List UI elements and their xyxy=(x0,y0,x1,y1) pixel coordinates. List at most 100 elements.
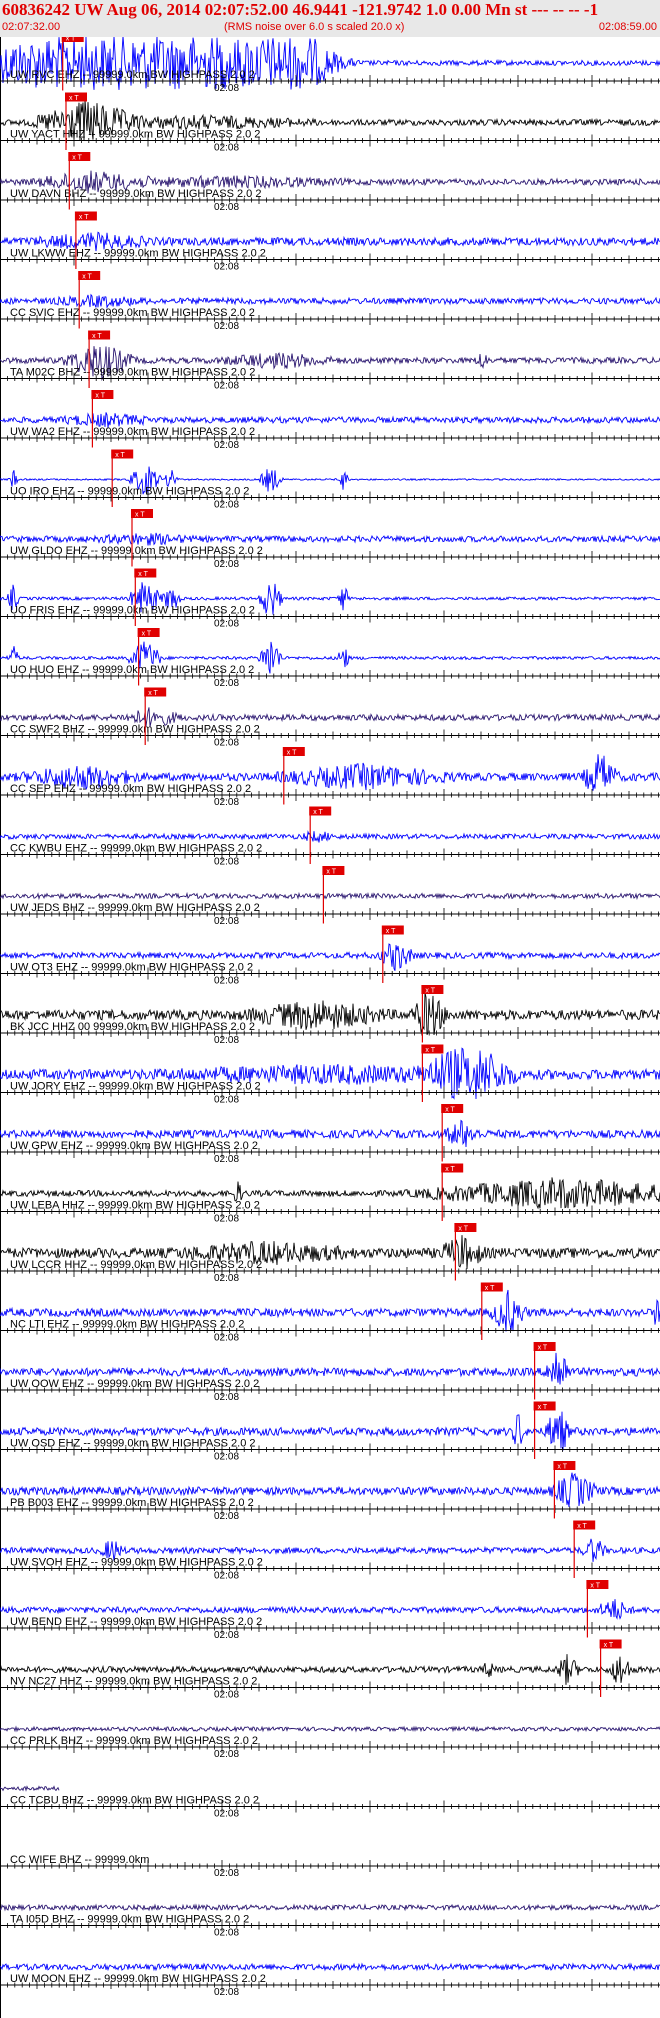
trace-panel: 02:08 UO FRIS EHZ -- 99999.0km BW HIGHPAS… xyxy=(0,568,660,630)
station-label: UW GPW EHZ -- 99999.0km BW HIGHPASS 2.0 … xyxy=(10,1140,258,1152)
trace-panel: 02:08 UW SVOH EHZ -- 99999.0km BW HIGHPAS… xyxy=(0,1520,660,1582)
minute-label: 02:08 xyxy=(214,83,239,94)
station-label: PB B003 EHZ -- 99999.0km BW HIGHPASS 2.0… xyxy=(10,1497,254,1509)
trace-panel: 02:08 NC LTI EHZ -- 99999.0km BW HIGHPASS… xyxy=(0,1282,660,1344)
minute-label: 02:08 xyxy=(214,1392,239,1403)
phase-pick-label: x T xyxy=(577,1523,587,1530)
minute-label: 02:08 xyxy=(214,797,239,808)
rms-note: (RMS noise over 6.0 s scaled 20.0 x) xyxy=(224,21,405,33)
waveform-trace xyxy=(0,532,660,546)
station-label: UO FRIS EHZ -- 99999.0km BW HIGHPASS 2.0… xyxy=(10,605,255,617)
station-label: CC PRLK BHZ -- 99999.0km BW HIGHPASS 2.0… xyxy=(10,1735,258,1747)
phase-pick-label: x T xyxy=(425,1047,435,1054)
phase-pick-label: x T xyxy=(287,750,297,757)
trace-panel: 02:08 UW OT3 EHZ -- 99999.0km BW HIGHPASS… xyxy=(0,925,660,987)
phase-pick-label: x T xyxy=(92,333,102,340)
phase-pick-label: x T xyxy=(72,155,82,162)
minute-label: 02:08 xyxy=(214,1214,239,1225)
trace-panel: 02:08 UW WA2 EHZ -- 99999.0km BW HIGHPASS… xyxy=(0,390,660,451)
station-label: CC KWBU EHZ -- 99999.0km BW HIGHPASS 2.0… xyxy=(10,843,262,855)
phase-pick-label: x T xyxy=(82,274,92,281)
trace-panel: 02:08 CC PRLK BHZ -- 99999.0km BW HIGHPAS… xyxy=(0,1725,660,1760)
minute-label: 02:08 xyxy=(214,1809,239,1820)
phase-pick-label: x T xyxy=(604,1642,614,1649)
minute-label: 02:08 xyxy=(214,1273,239,1284)
waveform-trace xyxy=(0,1725,660,1733)
station-label: UW JEDS BHZ -- 99999.0km BW HIGHPASS 2.0… xyxy=(10,902,260,914)
minute-label: 02:08 xyxy=(214,1035,239,1046)
trace-panel: 02:08 UW LCCR HHZ -- 99999.0km BW HIGHPAS… xyxy=(0,1223,660,1284)
minute-label: 02:08 xyxy=(214,1928,239,1939)
end-time: 02:08:59.00 xyxy=(598,21,657,33)
trace-panel: 02:08 PB B003 EHZ -- 99999.0km BW HIGHPAS… xyxy=(0,1461,660,1522)
station-label: UW OSD EHZ -- 99999.0km BW HIGHPASS 2.0 … xyxy=(10,1438,256,1450)
minute-label: 02:08 xyxy=(214,1690,239,1701)
minute-label: 02:08 xyxy=(214,381,239,392)
station-label: UW LKWW EHZ -- 99999.0km BW HIGHPASS 2.0… xyxy=(10,248,266,260)
phase-pick-label: x T xyxy=(115,452,125,459)
phase-pick-label: x T xyxy=(135,512,145,519)
phase-pick-label: x T xyxy=(66,37,76,43)
trace-panel: 02:08 TA M02C BHZ -- 99999.0km BW HIGHPAS… xyxy=(0,330,660,392)
waveform-trace xyxy=(0,1785,60,1792)
minute-label: 02:08 xyxy=(214,619,239,630)
minute-label: 02:08 xyxy=(214,916,239,927)
station-label: TA I05D BHZ -- 99999.0km BW HIGHPASS 2.0… xyxy=(10,1914,249,1926)
waveform-trace xyxy=(0,37,660,90)
station-label: CC TCBU BHZ -- 99999.0km BW HIGHPASS 2.0… xyxy=(10,1795,259,1807)
station-label: UW YACT HHZ -- 99999.0km BW HIGHPASS 2.0… xyxy=(10,129,260,141)
station-label: UW JORY EHZ -- 99999.0km BW HIGHPASS 2.0… xyxy=(10,1081,261,1093)
trace-panel: 02:08 UW YACT HHZ -- 99999.0km BW HIGHPAS… xyxy=(0,92,660,154)
station-label: NC LTI EHZ -- 99999.0km BW HIGHPASS 2.0 … xyxy=(10,1319,244,1331)
minute-label: 02:08 xyxy=(214,1452,239,1463)
station-label: UW MOON EHZ -- 99999.0km BW HIGHPASS 2.0… xyxy=(10,1973,266,1985)
phase-pick-label: x T xyxy=(142,631,152,638)
station-label: UW BEND EHZ -- 99999.0km BW HIGHPASS 2.0… xyxy=(10,1616,262,1628)
station-label: UW LCCR HHZ -- 99999.0km BW HIGHPASS 2.0… xyxy=(10,1259,262,1271)
station-label: NV NC27 HHZ -- 99999.0km BW HIGHPASS 2.0… xyxy=(10,1676,257,1688)
phase-pick-label: x T xyxy=(445,1107,455,1114)
trace-panel: 02:08 TA I05D BHZ -- 99999.0km BW HIGHPAS… xyxy=(0,1903,660,1939)
minute-label: 02:08 xyxy=(214,1987,239,1998)
station-label: TA M02C BHZ -- 99999.0km BW HIGHPASS 2.0… xyxy=(10,367,255,379)
trace-panel: 02:08 UW GPW EHZ -- 99999.0km BW HIGHPASS… xyxy=(0,1104,660,1165)
station-label: UW OT3 EHZ -- 99999.0km BW HIGHPASS 2.0 … xyxy=(10,962,253,974)
phase-pick-label: x T xyxy=(69,95,79,102)
trace-panel: 02:08 UO IRO EHZ -- 99999.0km BW HIGHPASS… xyxy=(0,449,660,511)
trace-panel: 02:08 UW RVC EHZ -- 99999.0km BW HIGHPASS… xyxy=(0,37,660,94)
trace-panel: 02:08 CC TCBU BHZ -- 99999.0km BW HIGHPAS… xyxy=(0,1785,660,1820)
phase-pick-label: x T xyxy=(386,928,396,935)
minute-label: 02:08 xyxy=(214,976,239,987)
minute-label: 02:08 xyxy=(214,738,239,749)
minute-label: 02:08 xyxy=(214,440,239,451)
minute-label: 02:08 xyxy=(214,1749,239,1760)
waveform-trace xyxy=(0,830,660,843)
trace-panel: 02:08 UW OSD EHZ -- 99999.0km BW HIGHPASS… xyxy=(0,1401,660,1463)
station-label: CC SVIC EHZ -- 99999.0km BW HIGHPASS 2.0… xyxy=(10,307,255,319)
station-label: UW SVOH EHZ -- 99999.0km BW HIGHPASS 2.0… xyxy=(10,1557,263,1569)
trace-panel: 02:08 UW LKWW EHZ -- 99999.0km BW HIGHPAS… xyxy=(0,211,660,273)
station-label: UW LEBA HHZ -- 99999.0km BW HIGHPASS 2.0… xyxy=(10,1200,260,1212)
trace-panel: 02:08 UW JORY EHZ -- 99999.0km BW HIGHPAS… xyxy=(0,1044,660,1106)
trace-panel: 02:08 UW BEND EHZ -- 99999.0km BW HIGHPAS… xyxy=(0,1580,660,1641)
minute-label: 02:08 xyxy=(214,321,239,332)
waveform-trace xyxy=(0,293,660,309)
station-label: CC SEP EHZ -- 99999.0km BW HIGHPASS 2.0 … xyxy=(10,783,251,795)
minute-label: 02:08 xyxy=(214,1095,239,1106)
station-label: UW RVC EHZ -- 99999.0km BW HIGHPASS 2.0 … xyxy=(10,69,255,81)
minute-label: 02:08 xyxy=(214,857,239,868)
minute-label: 02:08 xyxy=(214,1868,239,1879)
trace-panel: 02:08 NV NC27 HHZ -- 99999.0km BW HIGHPAS… xyxy=(0,1639,660,1701)
seismogram-plot: 02:08 UW RVC EHZ -- 99999.0km BW HIGHPASS… xyxy=(0,37,660,2018)
trace-panel: 02:08 CC SWF2 BHZ -- 99999.0km BW HIGHPAS… xyxy=(0,687,660,749)
minute-label: 02:08 xyxy=(214,678,239,689)
trace-panel: 02:08 CC SVIC EHZ -- 99999.0km BW HIGHPAS… xyxy=(0,271,660,332)
phase-pick-label: x T xyxy=(538,1404,548,1411)
trace-panel: 02:08 UW GLDO EHZ -- 99999.0km BW HIGHPAS… xyxy=(0,509,660,570)
station-label: BK JCC HHZ 00 99999.0km BW HIGHPASS 2.0 … xyxy=(10,1021,255,1033)
minute-label: 02:08 xyxy=(214,1333,239,1344)
station-label: UW GLDO EHZ -- 99999.0km BW HIGHPASS 2.0… xyxy=(10,545,263,557)
station-label: UW OOW EHZ -- 99999.0km BW HIGHPASS 2.0 … xyxy=(10,1378,259,1390)
trace-panel: 02:08 UW OOW EHZ -- 99999.0km BW HIGHPASS… xyxy=(0,1342,660,1403)
phase-pick-label: x T xyxy=(557,1464,567,1471)
